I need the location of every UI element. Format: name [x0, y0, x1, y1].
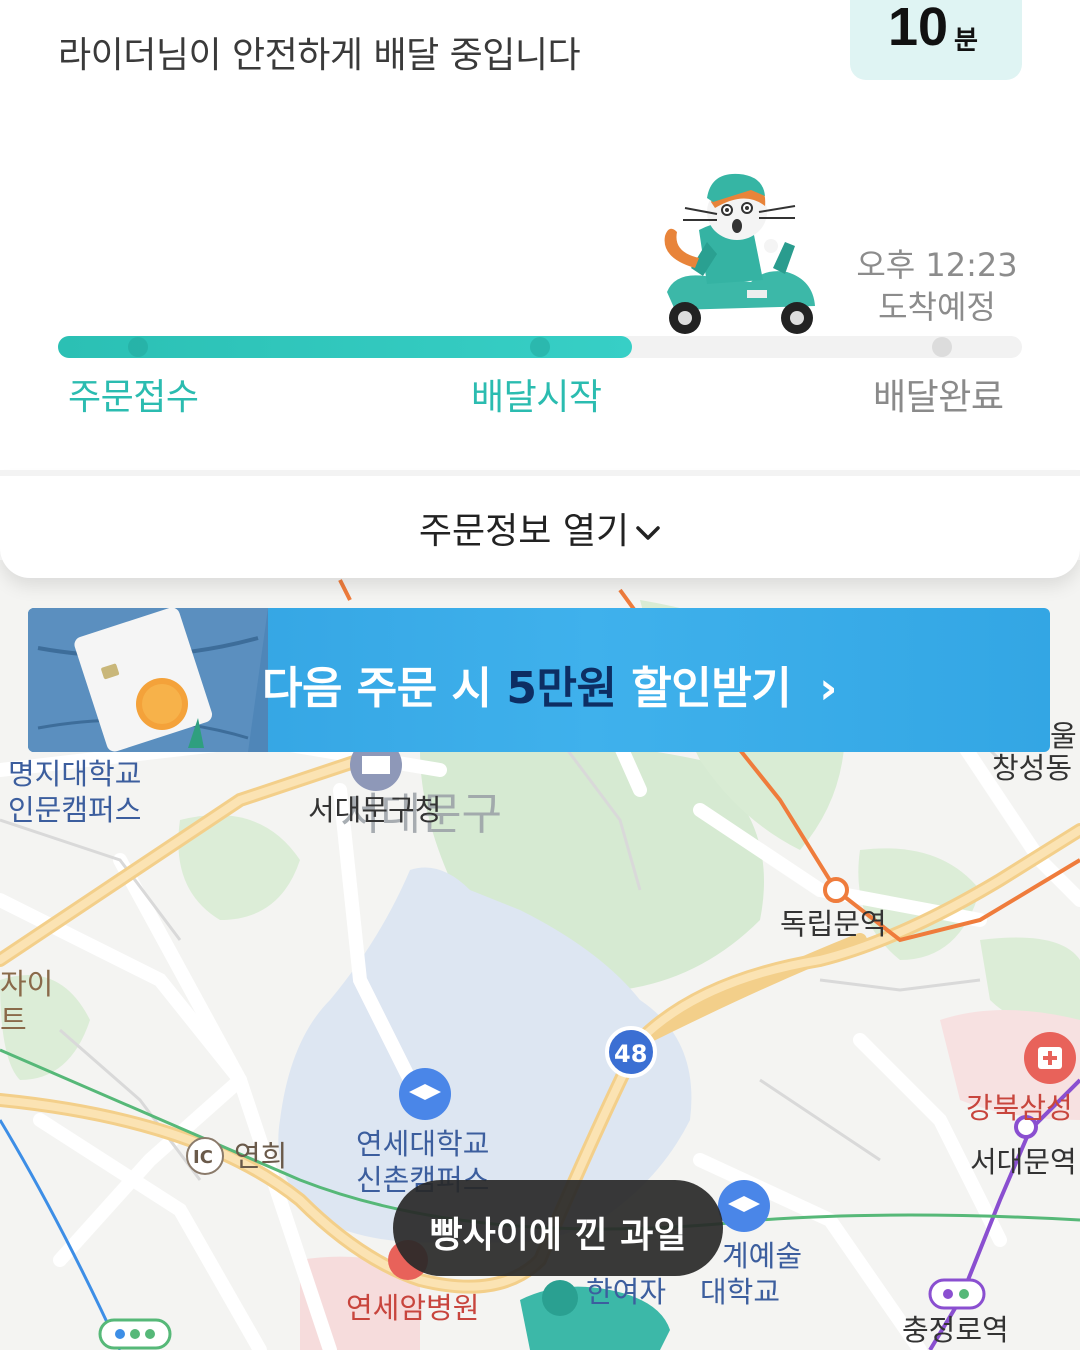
map-label-myongji-2: 인문캠퍼스 — [8, 793, 142, 827]
chevron-right-icon: › — [819, 663, 837, 714]
step-dot-received — [128, 337, 148, 357]
card-in-pocket-icon — [28, 608, 268, 752]
map-label-gangbuk-samsung: 강북삼성 — [966, 1091, 1073, 1125]
step-dot-completed — [932, 337, 952, 357]
map-label-yonsei-1: 연세대학교 — [356, 1127, 490, 1161]
banner-text-before: 다음 주문 시 — [262, 663, 507, 714]
step-label-started: 배달시작 — [471, 377, 602, 418]
map-label-myongji-1: 명지대학교 — [8, 757, 142, 791]
order-info-toggle[interactable]: 주문정보 열기 — [0, 476, 1080, 578]
eta-minutes: 10 — [888, 0, 949, 57]
map-label-partial-left-1: 자이 — [0, 967, 54, 1001]
map-label-right-top-1: 울 — [1050, 719, 1077, 753]
order-info-label: 주문정보 열기 — [418, 511, 630, 552]
step-label-received: 주문접수 — [68, 377, 199, 418]
rider-cat-scooter-icon — [664, 173, 815, 334]
map-label-partial-left-2: 트 — [0, 1003, 27, 1037]
chevron-down-icon — [636, 526, 660, 540]
toast-message: 빵사이에 낀 과일 — [393, 1180, 723, 1276]
step-label-completed: 배달완료 — [873, 377, 1004, 418]
map-label-arts-1: 계예술 — [722, 1239, 803, 1273]
map-label-ic: IC — [193, 1147, 213, 1168]
route-48-badge: 48 — [614, 1040, 648, 1068]
toast-text: 빵사이에 낀 과일 — [429, 1215, 687, 1256]
map-label-yeonhui: 연희 — [234, 1139, 288, 1173]
eta-badge: 10 분 — [850, 0, 1022, 80]
map-label-seodaemun-station: 서대문역 — [970, 1145, 1077, 1179]
map-label-dongnimmun: 독립문역 — [780, 907, 887, 941]
map-label-seodaemun-office: 서대문구청 — [308, 793, 442, 827]
delivery-progress-track — [58, 336, 1022, 358]
delivery-status-message: 라이더님이 안전하게 배달 중입니다 — [58, 35, 581, 76]
step-dot-started — [530, 337, 550, 357]
map-label-chungjeongno: 충정로역 — [902, 1313, 1009, 1347]
map-label-womens-univ: 한여자 — [586, 1275, 667, 1309]
banner-text-after: 할인받기 — [616, 663, 792, 714]
map-label-right-top-2: 창성동 — [992, 751, 1073, 785]
banner-text: 다음 주문 시 5만원 할인받기 › — [262, 652, 837, 716]
arrival-time: 오후 12:23 — [856, 246, 1018, 284]
map-label-arts-2: 대학교 — [700, 1275, 781, 1309]
banner-highlight: 5만원 — [506, 663, 617, 714]
arrival-label: 도착예정 — [878, 288, 996, 326]
map-label-yonsei-cancer: 연세암병원 — [346, 1291, 480, 1325]
promo-banner[interactable]: 다음 주문 시 5만원 할인받기 › — [28, 608, 1050, 752]
divider — [0, 470, 1080, 476]
eta-unit: 분 — [954, 26, 978, 56]
